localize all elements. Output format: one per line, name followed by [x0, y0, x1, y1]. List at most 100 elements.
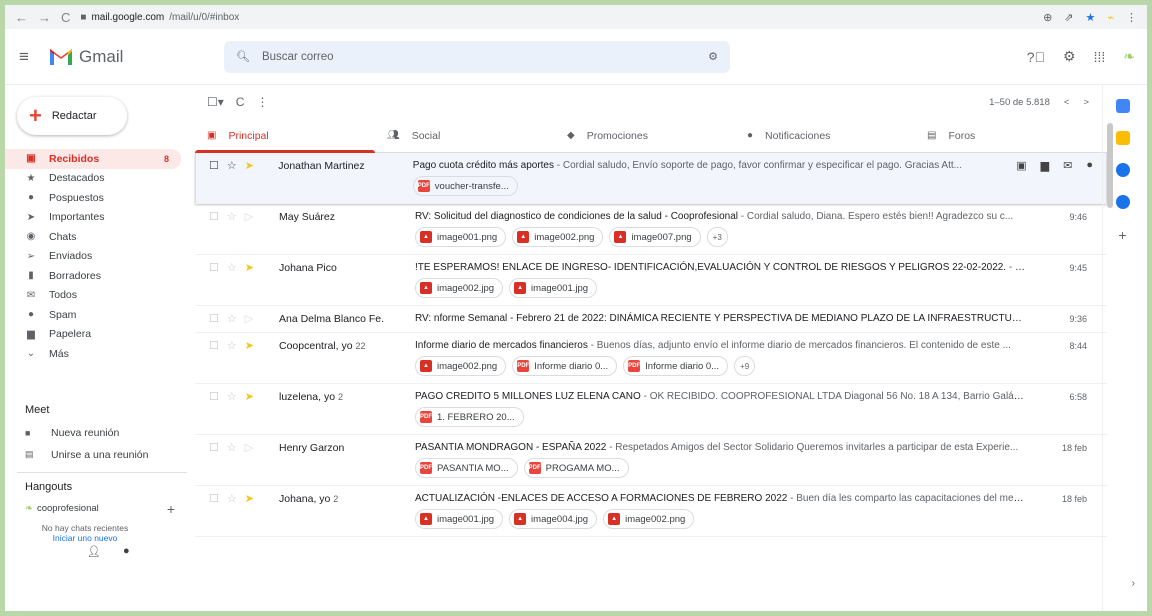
attachment-chip[interactable]: PDF 1. FEBRERO 20...	[415, 407, 524, 427]
tab-promociones[interactable]: ◆ Promociones	[555, 119, 735, 152]
search-icon[interactable]: 🔍︎	[236, 50, 250, 63]
sidebar-item-spam[interactable]: ● Spam	[5, 305, 181, 325]
next-page-icon[interactable]: >	[1083, 97, 1089, 108]
email-row[interactable]: ☐ ☆ ➤ Johana, yo 2 ACTUALIZACIÓN -ENLACES DE…	[195, 486, 1107, 537]
address-bar[interactable]: ■ mail.google.com/mail/u/0/#inbox	[80, 12, 239, 23]
extension-icon[interactable]: ⌁	[1107, 11, 1114, 24]
tab-principal[interactable]: ▣ Principal	[195, 119, 375, 153]
email-row[interactable]: ☐ ☆ ▷ May Suárez RV: Solicitud del diagnosti…	[195, 204, 1107, 255]
row-checkbox[interactable]: ☐	[209, 261, 219, 274]
keep-icon[interactable]	[1115, 131, 1130, 145]
importance-marker-icon[interactable]: ➤	[245, 159, 254, 172]
kebab-menu-icon[interactable]: ⋮	[1126, 11, 1137, 24]
email-row[interactable]: ☐ ☆ ▷ Ana Delma Blanco Fe. RV: nforme Semana…	[195, 306, 1107, 333]
importance-marker-icon[interactable]: ➤	[245, 339, 254, 352]
attachment-chip[interactable]: PDF PASANTIA MO...	[415, 458, 518, 478]
sidebar-item-enviados[interactable]: ➢ Enviados	[5, 247, 181, 267]
search-bar[interactable]: 🔍︎ Buscar correo ⚙︎	[224, 40, 730, 73]
more-options-icon[interactable]: ⋮	[256, 95, 268, 109]
star-icon[interactable]: ☆	[227, 210, 237, 223]
email-row[interactable]: ☐ ☆ ➤ Jonathan Martinez Pago cuota crédito m…	[195, 153, 1107, 204]
settings-gear-icon[interactable]: ⚙	[1063, 48, 1076, 65]
attachment-chip[interactable]: ▲ image001.jpg	[415, 509, 504, 529]
archive-icon[interactable]: ▣	[1016, 159, 1026, 203]
forward-icon[interactable]: →	[38, 10, 51, 25]
add-addon-icon[interactable]: +	[1118, 227, 1126, 243]
delete-icon[interactable]: ▆	[1041, 159, 1049, 203]
importance-marker-icon[interactable]: ➤	[245, 390, 254, 403]
account-avatar-icon[interactable]: ❧	[1123, 48, 1135, 65]
new-meeting-item[interactable]: ■ Nueva reunión	[5, 422, 189, 444]
tab-social[interactable]: 👥︎ Social	[375, 119, 555, 152]
attachment-chip[interactable]: PDF Informe diario 0...	[512, 356, 618, 376]
snooze-icon[interactable]: ●	[1086, 159, 1093, 203]
row-checkbox[interactable]: ☐	[209, 441, 219, 454]
attachment-chip[interactable]: PDF voucher-transfe...	[412, 176, 518, 196]
sidebar-item-borradores[interactable]: ▮ Borradores	[5, 266, 181, 286]
star-icon[interactable]: ☆	[227, 261, 237, 274]
expand-panel-icon[interactable]: ›	[1132, 578, 1135, 589]
row-checkbox[interactable]: ☐	[209, 210, 219, 223]
star-icon[interactable]: ☆	[227, 312, 237, 325]
importance-marker-icon[interactable]: ▷	[245, 210, 253, 223]
email-row[interactable]: ☐ ☆ ➤ Coopcentral, yo 22 Informe diario de m…	[195, 333, 1107, 384]
hamburger-menu-icon[interactable]: ≡	[19, 47, 49, 67]
sidebar-item-todos[interactable]: ✉ Todos	[5, 286, 181, 306]
attachment-chip[interactable]: ▲ image007.png	[609, 227, 701, 247]
star-icon[interactable]: ☆	[227, 159, 237, 172]
location-icon[interactable]: ⊕	[1043, 11, 1052, 24]
row-checkbox[interactable]: ☐	[209, 159, 219, 172]
mark-read-icon[interactable]: ✉	[1063, 159, 1072, 203]
start-chat-link[interactable]: Iniciar uno nuevo	[5, 533, 165, 543]
sidebar-item-recibidos[interactable]: ▣ Recibidos 8	[5, 149, 181, 169]
importance-marker-icon[interactable]: ▷	[245, 312, 253, 325]
sidebar-item-chats[interactable]: ◉ Chats	[5, 227, 181, 247]
bookmark-star-icon[interactable]: ★	[1086, 11, 1096, 24]
sidebar-item-más[interactable]: ⌄ Más	[5, 344, 181, 364]
attachment-chip[interactable]: ▲ image002.png	[415, 356, 507, 376]
search-options-icon[interactable]: ⚙︎	[708, 50, 718, 63]
search-input[interactable]: Buscar correo	[262, 51, 696, 63]
back-icon[interactable]: ←	[15, 10, 28, 25]
hangouts-user[interactable]: ❧ cooprofesional +	[5, 501, 189, 517]
tasks-icon[interactable]	[1115, 163, 1130, 177]
attachment-chip[interactable]: ▲ image002.png	[512, 227, 604, 247]
sidebar-item-papelera[interactable]: ▆ Papelera	[5, 325, 181, 345]
contacts-icon[interactable]: 👤︎	[87, 545, 101, 558]
share-icon[interactable]: ⇗	[1064, 11, 1073, 24]
gmail-logo[interactable]: Gmail	[49, 47, 199, 67]
tab-foros[interactable]: ▤ Foros	[915, 119, 1095, 152]
calendar-icon[interactable]	[1115, 99, 1130, 113]
contacts-panel-icon[interactable]	[1115, 195, 1130, 209]
select-all-checkbox[interactable]: ☐▾	[207, 95, 224, 109]
sidebar-item-importantes[interactable]: ➤ Importantes	[5, 208, 181, 228]
email-row[interactable]: ☐ ☆ ➤ luzelena, yo 2 PAGO CREDITO 5 MILLONES…	[195, 384, 1107, 435]
email-row[interactable]: ☐ ☆ ➤ Johana Pico !TE ESPERAMOS! ENLACE DE I…	[195, 255, 1107, 306]
row-checkbox[interactable]: ☐	[209, 390, 219, 403]
compose-button[interactable]: + Redactar	[17, 97, 127, 135]
apps-grid-icon[interactable]: ⁞⁞⁞	[1094, 49, 1106, 65]
row-checkbox[interactable]: ☐	[209, 312, 219, 325]
join-meeting-item[interactable]: ▤ Unirse a una reunión	[5, 444, 189, 466]
add-chat-icon[interactable]: +	[167, 501, 175, 517]
attachment-chip[interactable]: ▲ image002.jpg	[415, 278, 504, 298]
chat-bubble-icon[interactable]: ●	[123, 545, 130, 558]
attachment-chip[interactable]: ▲ image001.jpg	[509, 278, 598, 298]
star-icon[interactable]: ☆	[227, 441, 237, 454]
more-attachments-chip[interactable]: +9	[734, 356, 756, 376]
help-icon[interactable]: ?⃝	[1027, 49, 1045, 65]
more-attachments-chip[interactable]: +3	[706, 227, 728, 247]
importance-marker-icon[interactable]: ▷	[245, 441, 253, 454]
email-row[interactable]: ☐ ☆ ▷ Henry Garzon PASANTIA MONDRAGON - ESPA…	[195, 435, 1107, 486]
importance-marker-icon[interactable]: ➤	[245, 261, 254, 274]
attachment-chip[interactable]: PDF Informe diario 0...	[623, 356, 729, 376]
row-checkbox[interactable]: ☐	[209, 339, 219, 352]
row-checkbox[interactable]: ☐	[209, 492, 219, 505]
refresh-icon[interactable]: C	[236, 95, 245, 109]
reload-icon[interactable]: C	[61, 10, 70, 25]
tab-notificaciones[interactable]: ● Notificaciones	[735, 119, 915, 152]
attachment-chip[interactable]: ▲ image004.jpg	[509, 509, 598, 529]
star-icon[interactable]: ☆	[227, 492, 237, 505]
star-icon[interactable]: ☆	[227, 339, 237, 352]
attachment-chip[interactable]: ▲ image001.png	[415, 227, 507, 247]
